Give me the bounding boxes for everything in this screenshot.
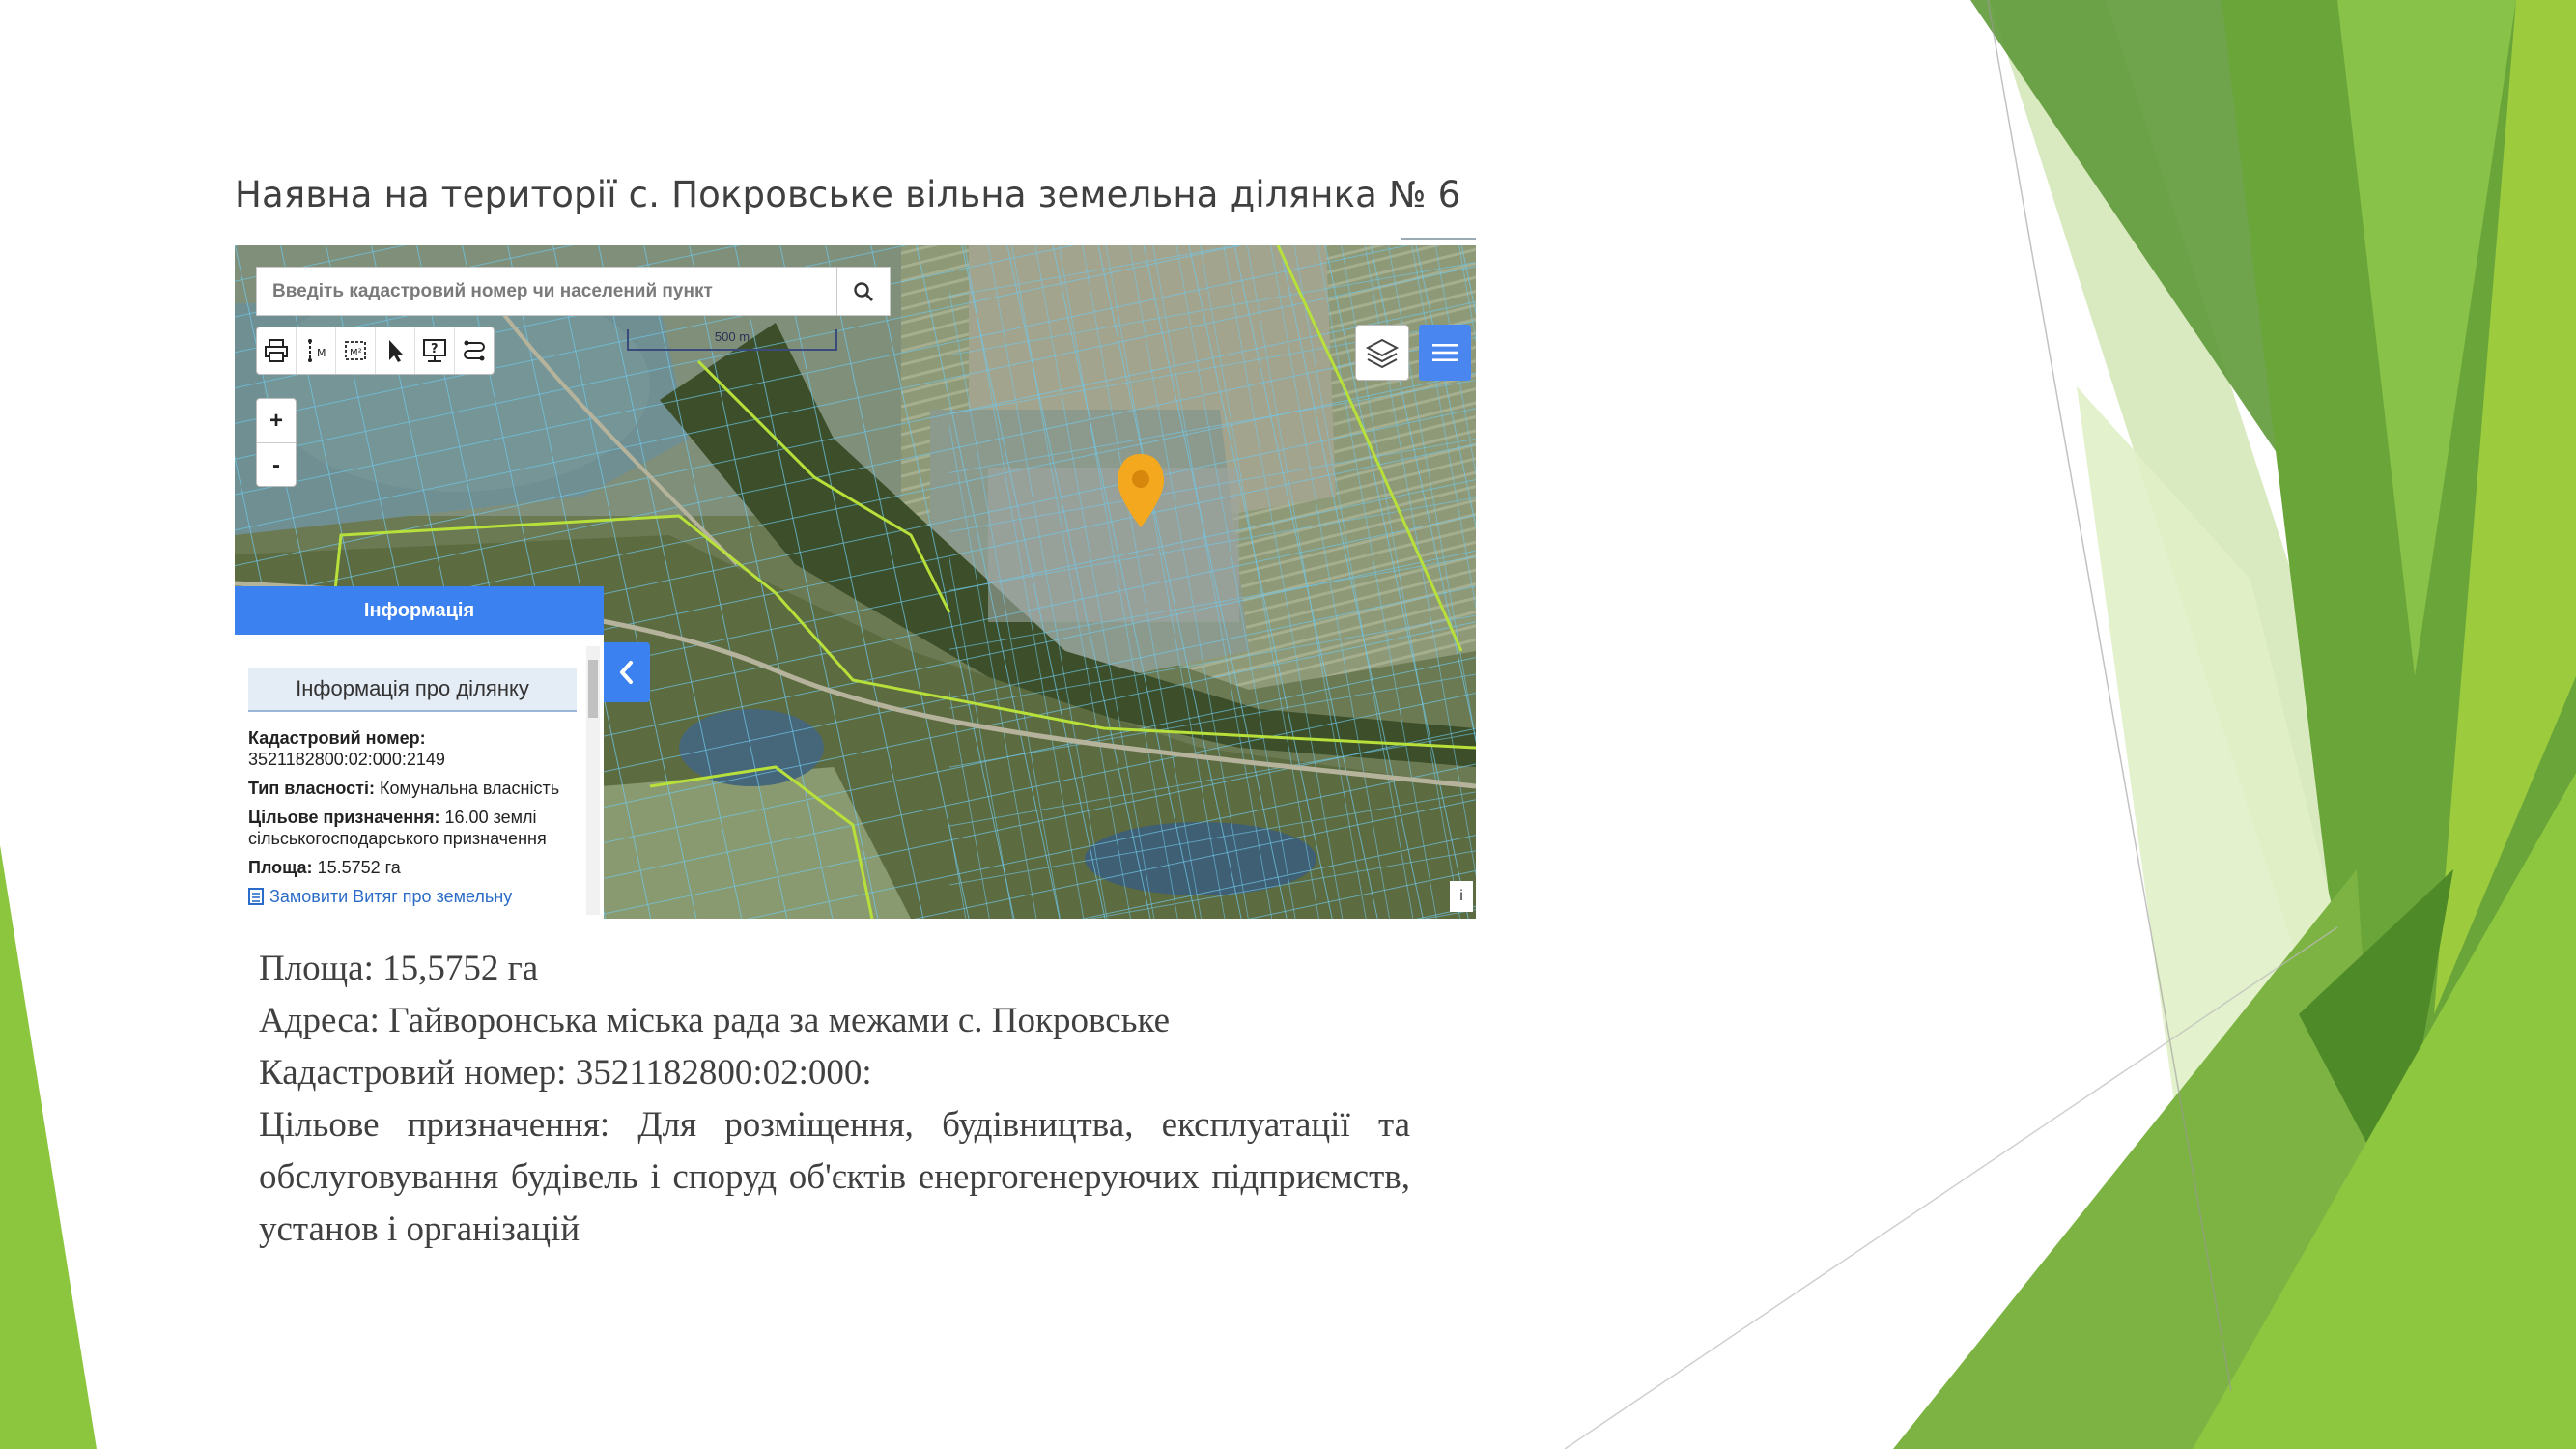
ownership-value: Комунальна власність [380, 779, 560, 798]
order-extract-link[interactable]: Замовити Витяг про земельну [248, 886, 577, 907]
layers-button[interactable] [1355, 325, 1409, 381]
chevron-left-icon [620, 661, 633, 684]
scrollbar-thumb[interactable] [588, 660, 598, 718]
info-panel-header[interactable]: Інформація [235, 586, 604, 635]
layers-icon [1365, 338, 1400, 369]
cadastral-number-label: Кадастровий номер: [248, 728, 426, 748]
order-extract-link-text[interactable]: Замовити Витяг про земельну [269, 886, 512, 907]
deco-left-wedge [0, 845, 97, 1449]
address-text: Адреса: Гайворонська міська рада за межа… [259, 1001, 1171, 1040]
zoom-in-button[interactable]: + [257, 399, 296, 443]
measure-line-button[interactable]: M [297, 327, 336, 374]
zoom-out-button[interactable]: - [257, 443, 296, 487]
search-input[interactable] [257, 268, 836, 315]
map-toolbar: M M² ? [256, 327, 495, 375]
ownership-row: Тип власності: Комунальна власність [248, 778, 577, 799]
attribution-button[interactable]: i [1450, 881, 1473, 912]
svg-text:?: ? [431, 342, 439, 356]
info-query-button[interactable]: ? [415, 327, 455, 374]
route-button[interactable] [455, 327, 494, 374]
parcel-info-lines: Кадастровий номер: 3521182800:02:000:214… [248, 727, 577, 907]
slide-title: Наявна на території с. Покровське вільна… [235, 174, 1461, 215]
svg-text:M: M [317, 347, 326, 359]
cadastral-number-value: 3521182800:02:000:2149 [248, 750, 445, 769]
area-value: 15.5752 га [317, 858, 401, 877]
map-screenshot[interactable]: M M² ? [235, 245, 1476, 919]
search-button[interactable] [836, 268, 890, 315]
zoom-control: + - [256, 398, 297, 487]
info-panel: Інформація Інформація про ділянку Кадаст… [235, 586, 604, 919]
print-button[interactable] [257, 327, 297, 374]
parcel-description: Площа: 15,5752 га Адреса: Гайворонська м… [259, 943, 1410, 1256]
area-row: Площа: 15.5752 га [248, 857, 577, 878]
search-icon [854, 281, 873, 301]
parcel-info-subheader: Інформація про ділянку [248, 668, 577, 712]
cadastral-search-bar[interactable] [256, 267, 891, 316]
measure-line-icon: M [308, 339, 326, 362]
collapse-panel-button[interactable] [604, 642, 650, 702]
document-icon [248, 888, 264, 905]
map-scale-bar: 500 m [627, 329, 837, 351]
title-rule [1401, 238, 1476, 240]
area-text: Площа: 15,5752 га [259, 949, 539, 988]
measure-area-icon: M² [345, 341, 366, 360]
area-label: Площа: [248, 858, 313, 877]
pointer-icon [389, 340, 403, 362]
purpose-row: Цільове призначення: 16.00 землі сільськ… [248, 807, 577, 849]
route-icon [464, 340, 485, 361]
measure-area-button[interactable]: M² [336, 327, 376, 374]
cadastral-text: Кадастровий номер: 3521182800:02:000: [259, 1053, 872, 1093]
purpose-label: Цільове призначення: [248, 808, 440, 827]
purpose-text: Цільове призначення: Для розміщення, буд… [259, 1105, 1410, 1249]
menu-button[interactable] [1419, 325, 1471, 381]
info-panel-body: Інформація про ділянку Кадастровий номер… [248, 668, 577, 915]
print-icon [265, 339, 288, 362]
svg-text:M²: M² [350, 348, 362, 358]
ownership-label: Тип власності: [248, 779, 375, 798]
info-query-icon: ? [423, 339, 446, 362]
hamburger-menu-icon [1432, 344, 1458, 361]
cadastral-number-row: Кадастровий номер: 3521182800:02:000:214… [248, 727, 577, 770]
info-panel-scrollbar[interactable] [586, 646, 600, 915]
select-button[interactable] [376, 327, 415, 374]
